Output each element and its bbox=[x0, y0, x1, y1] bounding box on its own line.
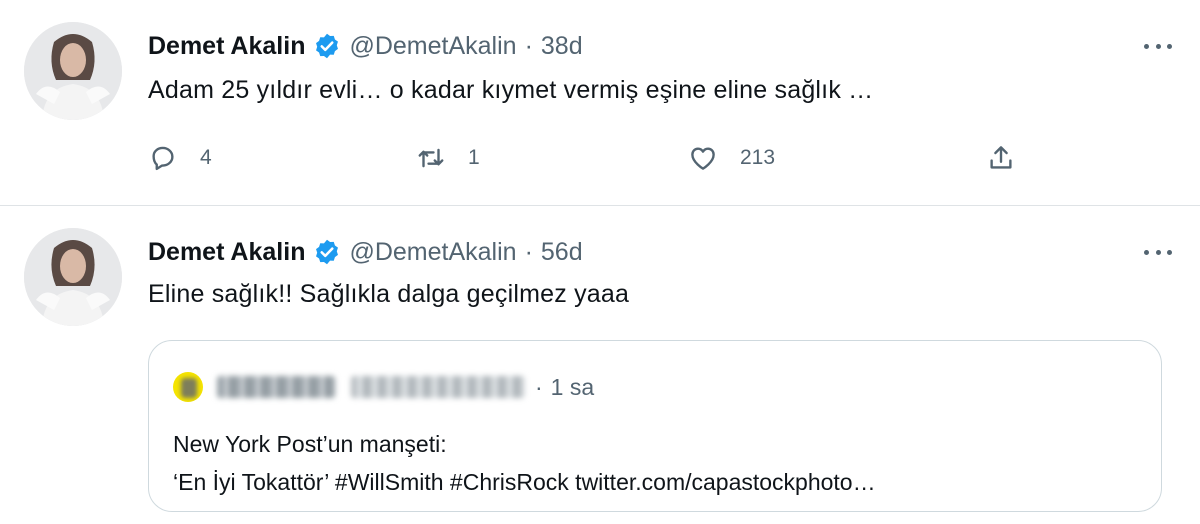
like-count: 213 bbox=[740, 146, 776, 169]
tweet-text: Eline sağlık!! Sağlıkla dalga geçilmez y… bbox=[148, 280, 630, 308]
share-button[interactable] bbox=[986, 138, 1016, 178]
quoted-timestamp[interactable]: 1 sa bbox=[551, 374, 594, 401]
share-icon bbox=[990, 146, 1012, 169]
quoted-tweet-card[interactable]: · 1 sa New York Post’un manşeti: ‘En İyi… bbox=[148, 340, 1162, 512]
author-name[interactable]: Demet Akalin bbox=[148, 32, 305, 61]
quoted-tweet-header: · 1 sa bbox=[173, 369, 594, 405]
author-handle[interactable]: @DemetAkalin bbox=[349, 238, 516, 267]
author-handle[interactable]: @DemetAkalin bbox=[349, 32, 516, 61]
tweet-text: Adam 25 yıldır evli… o kadar kıymet verm… bbox=[148, 76, 874, 104]
tweet-header: Demet Akalin @DemetAkalin · 38d bbox=[148, 28, 583, 64]
verified-badge-icon bbox=[313, 32, 341, 60]
author-name[interactable]: Demet Akalin bbox=[148, 238, 305, 267]
separator-dot: · bbox=[535, 373, 543, 400]
retweet-icon bbox=[418, 148, 444, 168]
heart-icon bbox=[691, 147, 715, 170]
retweet-count: 1 bbox=[468, 146, 480, 169]
quoted-tweet-text: New York Post’un manşeti: ‘En İyi Tokatt… bbox=[173, 425, 876, 501]
reply-icon bbox=[152, 146, 174, 171]
more-options-icon[interactable] bbox=[1138, 34, 1178, 58]
separator-dot: · bbox=[524, 31, 533, 60]
quoted-avatar[interactable] bbox=[173, 372, 203, 402]
tweet[interactable]: Demet Akalin @DemetAkalin · 38d Adam 25 … bbox=[0, 0, 1200, 206]
more-options-icon[interactable] bbox=[1138, 240, 1178, 264]
avatar[interactable] bbox=[24, 228, 122, 326]
reply-count: 4 bbox=[200, 146, 212, 169]
avatar[interactable] bbox=[24, 22, 122, 120]
tweet-timestamp[interactable]: 38d bbox=[541, 32, 583, 61]
quoted-text-line: New York Post’un manşeti: bbox=[173, 431, 447, 457]
tweet-timestamp[interactable]: 56d bbox=[541, 238, 583, 267]
separator-dot: · bbox=[524, 237, 533, 266]
quoted-text-line: ‘En İyi Tokattör’ #WillSmith #ChrisRock … bbox=[173, 469, 876, 495]
retweet-button[interactable]: 1 bbox=[416, 138, 480, 178]
verified-badge-icon bbox=[313, 238, 341, 266]
tweet[interactable]: Demet Akalin @DemetAkalin · 56d Eline sa… bbox=[0, 206, 1200, 524]
reply-button[interactable]: 4 bbox=[148, 138, 212, 178]
tweet-actions: 4 1 213 bbox=[148, 138, 1028, 178]
quoted-author-handle-blurred bbox=[351, 376, 525, 398]
quoted-author-name-blurred bbox=[217, 376, 335, 398]
like-button[interactable]: 213 bbox=[688, 138, 775, 178]
tweet-header: Demet Akalin @DemetAkalin · 56d bbox=[148, 234, 583, 270]
